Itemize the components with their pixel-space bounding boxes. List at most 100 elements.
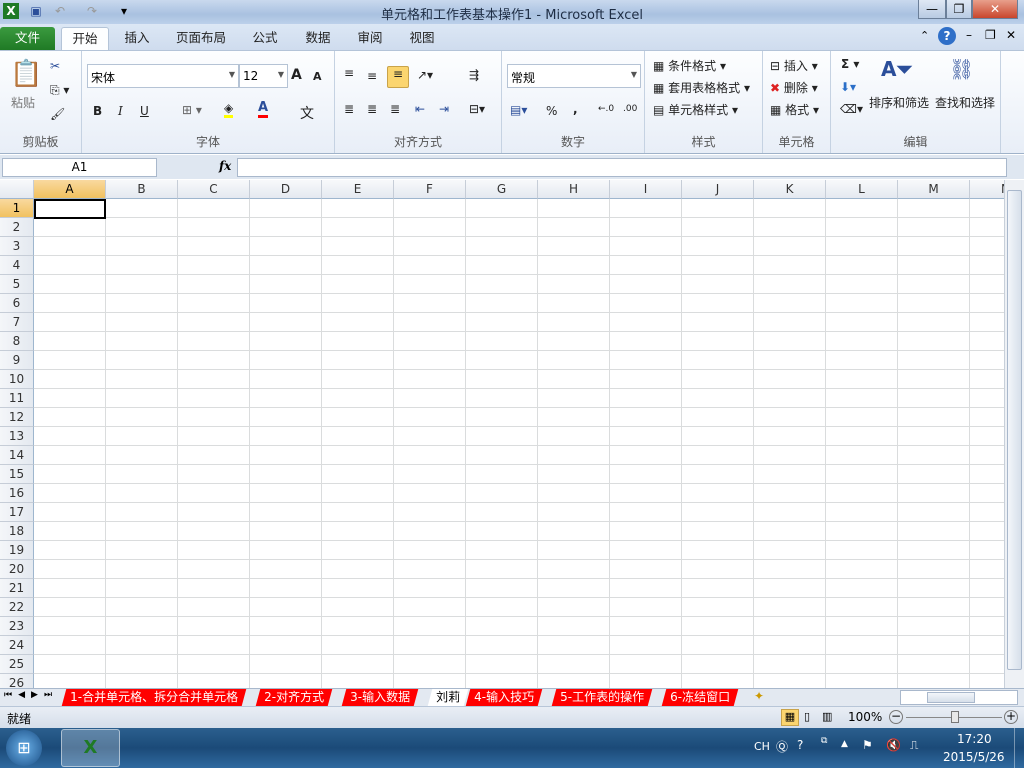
row-header[interactable]: 9: [0, 351, 34, 370]
increase-decimal-button[interactable]: ←.0: [598, 104, 614, 114]
font-name-select[interactable]: 宋体 ▼: [87, 64, 239, 88]
page-break-view-icon[interactable]: ▥: [822, 710, 832, 723]
borders-icon[interactable]: ⊞ ▾: [182, 103, 202, 117]
merge-center-icon[interactable]: ⊟▾: [469, 102, 485, 116]
row-header[interactable]: 18: [0, 522, 34, 541]
row-header[interactable]: 6: [0, 294, 34, 313]
clear-icon[interactable]: ⌫▾: [840, 102, 863, 116]
column-header[interactable]: D: [250, 180, 322, 199]
row-header[interactable]: 24: [0, 636, 34, 655]
row-header[interactable]: 17: [0, 503, 34, 522]
sort-filter-icon[interactable]: A⏷: [881, 57, 912, 81]
sheet-nav-arrows[interactable]: ⏮◀▶⏭: [4, 690, 58, 700]
column-header[interactable]: L: [826, 180, 898, 199]
row-header[interactable]: 25: [0, 655, 34, 674]
network-icon[interactable]: ⎍: [910, 738, 918, 753]
zoom-slider-handle[interactable]: [951, 711, 959, 723]
maximize-button[interactable]: ❐: [946, 0, 972, 19]
cut-icon[interactable]: ✂: [50, 59, 60, 73]
tray-help-icon[interactable]: ?: [797, 738, 803, 752]
align-right-icon[interactable]: ≣: [390, 102, 400, 116]
decrease-decimal-button[interactable]: .00: [623, 104, 637, 114]
sheet-tab[interactable]: 4-输入技巧: [465, 689, 543, 706]
tab-data[interactable]: 数据: [298, 27, 338, 50]
format-painter-icon[interactable]: 🖌: [50, 107, 65, 121]
cell-styles-button[interactable]: ▤ 单元格样式 ▾: [653, 101, 738, 118]
row-header[interactable]: 8: [0, 332, 34, 351]
font-color-button[interactable]: A: [258, 100, 269, 118]
paste-button[interactable]: 粘贴: [11, 94, 35, 111]
format-as-table-button[interactable]: ▦ 套用表格格式 ▾: [653, 79, 750, 96]
row-header[interactable]: 1: [0, 199, 34, 218]
wrap-text-icon[interactable]: ⇶: [469, 68, 479, 82]
column-header[interactable]: I: [610, 180, 682, 199]
conditional-format-button[interactable]: ▦ 条件格式 ▾: [653, 57, 726, 74]
column-header[interactable]: F: [394, 180, 466, 199]
tab-page-layout[interactable]: 页面布局: [170, 27, 232, 50]
zoom-out-button[interactable]: −: [889, 710, 903, 724]
collapse-ribbon-icon[interactable]: ⌃: [920, 29, 929, 42]
doc-close-icon[interactable]: ✕: [1006, 28, 1016, 42]
autosum-button[interactable]: Σ ▾: [841, 57, 859, 71]
clock-date[interactable]: 2015/5/26: [943, 750, 1005, 764]
row-header[interactable]: 26: [0, 674, 34, 688]
column-header[interactable]: K: [754, 180, 826, 199]
align-bottom-icon[interactable]: ≡: [387, 66, 409, 88]
select-all-corner[interactable]: [0, 180, 34, 199]
sheet-tab[interactable]: 1-合并单元格、拆分合并单元格: [61, 689, 247, 706]
align-top-icon[interactable]: ≡: [344, 66, 354, 80]
row-header[interactable]: 15: [0, 465, 34, 484]
row-header[interactable]: 4: [0, 256, 34, 275]
comma-button[interactable]: ,: [573, 102, 578, 116]
align-center-icon[interactable]: ≣: [367, 102, 377, 116]
increase-indent-icon[interactable]: ⇥: [439, 102, 449, 116]
decrease-indent-icon[interactable]: ⇤: [415, 102, 425, 116]
column-header[interactable]: G: [466, 180, 538, 199]
column-header[interactable]: J: [682, 180, 754, 199]
delete-cells-button[interactable]: ✖ 删除 ▾: [770, 79, 818, 96]
vertical-scrollbar[interactable]: [1004, 180, 1024, 688]
doc-minimize-icon[interactable]: –: [966, 28, 972, 42]
paste-icon[interactable]: 📋: [10, 59, 42, 89]
clock-time[interactable]: 17:20: [957, 732, 992, 746]
shrink-font-button[interactable]: A: [313, 70, 322, 83]
column-header[interactable]: H: [538, 180, 610, 199]
tab-review[interactable]: 审阅: [350, 27, 390, 50]
row-header[interactable]: 19: [0, 541, 34, 560]
font-size-select[interactable]: 12 ▼: [239, 64, 288, 88]
doc-restore-icon[interactable]: ❐: [985, 28, 996, 42]
copy-icon[interactable]: ⎘ ▾: [50, 83, 69, 98]
tab-file[interactable]: 文件: [0, 27, 55, 50]
normal-view-icon[interactable]: ▦: [781, 709, 799, 726]
sheet-tab[interactable]: 6-冻结窗口: [661, 689, 739, 706]
row-header[interactable]: 13: [0, 427, 34, 446]
column-header[interactable]: N: [970, 180, 1004, 199]
row-header[interactable]: 2: [0, 218, 34, 237]
help-icon[interactable]: ?: [938, 27, 956, 45]
fill-icon[interactable]: ⬇▾: [840, 80, 856, 94]
column-header[interactable]: A: [34, 180, 106, 199]
show-hidden-icons[interactable]: ▲: [841, 739, 848, 749]
grow-font-button[interactable]: A: [291, 67, 302, 83]
tab-home[interactable]: 开始: [61, 27, 109, 50]
name-box[interactable]: A1: [2, 158, 157, 177]
show-desktop-button[interactable]: [1014, 728, 1024, 768]
excel-taskbar-icon[interactable]: X: [61, 729, 120, 767]
orientation-icon[interactable]: ↗▾: [417, 68, 433, 82]
zoom-in-button[interactable]: +: [1004, 710, 1018, 724]
italic-button[interactable]: I: [118, 104, 123, 118]
column-header[interactable]: C: [178, 180, 250, 199]
percent-button[interactable]: %: [546, 104, 557, 118]
underline-button[interactable]: U: [140, 104, 149, 118]
format-cells-button[interactable]: ▦ 格式 ▾: [770, 101, 819, 118]
worksheet-grid[interactable]: ABCDEFGHIJKLMN12345678910111213141516171…: [0, 180, 1004, 688]
row-header[interactable]: 22: [0, 598, 34, 617]
insert-function-button[interactable]: fx: [219, 159, 231, 173]
find-select-button[interactable]: 查找和选择: [935, 94, 995, 111]
row-header[interactable]: 12: [0, 408, 34, 427]
row-header[interactable]: 14: [0, 446, 34, 465]
row-header[interactable]: 11: [0, 389, 34, 408]
insert-sheet-icon[interactable]: ✦: [754, 689, 764, 703]
align-left-icon[interactable]: ≣: [344, 102, 354, 116]
horizontal-scrollbar[interactable]: [900, 690, 1018, 705]
